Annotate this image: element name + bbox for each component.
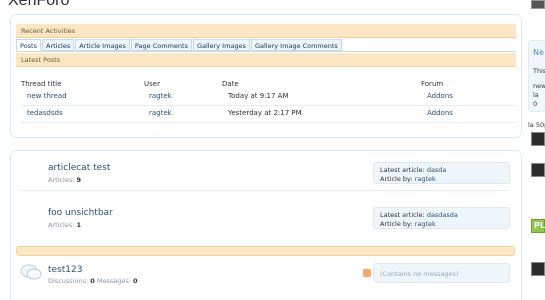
forum-title[interactable]: test123 <box>48 265 82 275</box>
thumbnail-image[interactable] <box>531 163 545 177</box>
no-messages-box: (Contains no messages) <box>373 263 510 283</box>
activity-tabs: Posts Articles Article Images Page Comme… <box>16 39 343 51</box>
messages-count: 0 <box>133 277 138 285</box>
post-date: Yesterday at 2:17 PM <box>228 109 302 117</box>
rss-icon[interactable] <box>363 269 371 277</box>
articles-label: Articles: <box>48 221 75 229</box>
category-title[interactable]: articlecat test <box>48 163 110 173</box>
discussions-count: 0 <box>90 277 95 285</box>
latest-article-link[interactable]: dasdasda <box>427 211 458 219</box>
forum-link[interactable]: Addons <box>427 92 453 100</box>
table-row: new thread ragtek Today at 9:17 AM Addon… <box>21 89 516 106</box>
tabs-divider <box>16 51 516 52</box>
sidebar-text: la <box>533 91 539 99</box>
latest-article-box: Latest article: dasda Article by: ragtek <box>373 162 510 184</box>
tab-article-images[interactable]: Article Images <box>75 39 130 51</box>
site-title[interactable]: XenForo <box>8 0 69 10</box>
sidebar-caption: la 50p <box>528 121 545 129</box>
sidebar-heading: Ne <box>533 48 544 57</box>
thumbnail-image[interactable] <box>531 262 545 276</box>
column-date: Date <box>222 80 239 88</box>
category-title[interactable]: foo unsichtbar <box>48 208 113 218</box>
speech-bubble-icon <box>20 264 42 280</box>
table-row: tedasdsds ragtek Yesterday at 2:17 PM Ad… <box>21 106 516 123</box>
column-user: User <box>144 80 160 88</box>
article-author-link[interactable]: ragtek <box>415 220 436 228</box>
forum-link[interactable]: Addons <box>427 109 453 117</box>
latest-article-link[interactable]: dasda <box>427 166 447 174</box>
recent-activities-header: Recent Activities <box>16 24 516 38</box>
article-author-link[interactable]: ragtek <box>415 175 436 183</box>
thread-link[interactable]: new thread <box>27 92 67 100</box>
column-forum: Forum <box>421 80 444 88</box>
recent-activities-panel: Recent Activities Posts Articles Article… <box>10 14 522 138</box>
thumbnail-image[interactable]: PL <box>531 219 545 233</box>
sidebar-text: new <box>533 82 545 90</box>
articles-label: Articles: <box>48 176 75 184</box>
post-date: Today at 9:17 AM <box>228 92 289 100</box>
user-link[interactable]: ragtek <box>149 109 172 117</box>
column-thread-title: Thread title <box>21 80 62 88</box>
tab-page-comments[interactable]: Page Comments <box>130 39 192 51</box>
thread-link[interactable]: tedasdsds <box>27 109 63 117</box>
latest-article-box: Latest article: dasdasda Article by: rag… <box>373 207 510 229</box>
articles-count: 9 <box>76 176 82 184</box>
discussions-label: Discussions: <box>48 277 89 285</box>
messages-label: Messages: <box>96 277 131 285</box>
category-stats: Articles: 1 <box>48 221 81 229</box>
sidebar-text: 0 <box>533 100 538 108</box>
articles-count: 1 <box>76 221 82 229</box>
user-link[interactable]: ragtek <box>149 92 172 100</box>
thumbnail-image[interactable] <box>531 132 545 146</box>
latest-article-label: Latest article: <box>380 166 425 174</box>
tab-gallery-images[interactable]: Gallery Images <box>192 39 250 51</box>
tab-posts[interactable]: Posts <box>16 39 41 51</box>
forum-category-bar <box>16 246 515 256</box>
article-by-label: Article by: <box>380 220 413 228</box>
thumbnail-image[interactable] <box>531 0 545 9</box>
tab-gallery-image-comments[interactable]: Gallery Image Comments <box>250 39 342 51</box>
category-stats: Articles: 9 <box>48 176 81 184</box>
sidebar-text: This <box>533 67 545 75</box>
divider <box>20 190 510 191</box>
article-by-label: Article by: <box>380 175 413 183</box>
forum-stats: Discussions: 0 Messages: 0 <box>48 277 138 285</box>
latest-article-label: Latest article: <box>380 211 425 219</box>
latest-posts-header: Latest Posts <box>16 53 516 67</box>
tab-articles[interactable]: Articles <box>42 39 75 51</box>
